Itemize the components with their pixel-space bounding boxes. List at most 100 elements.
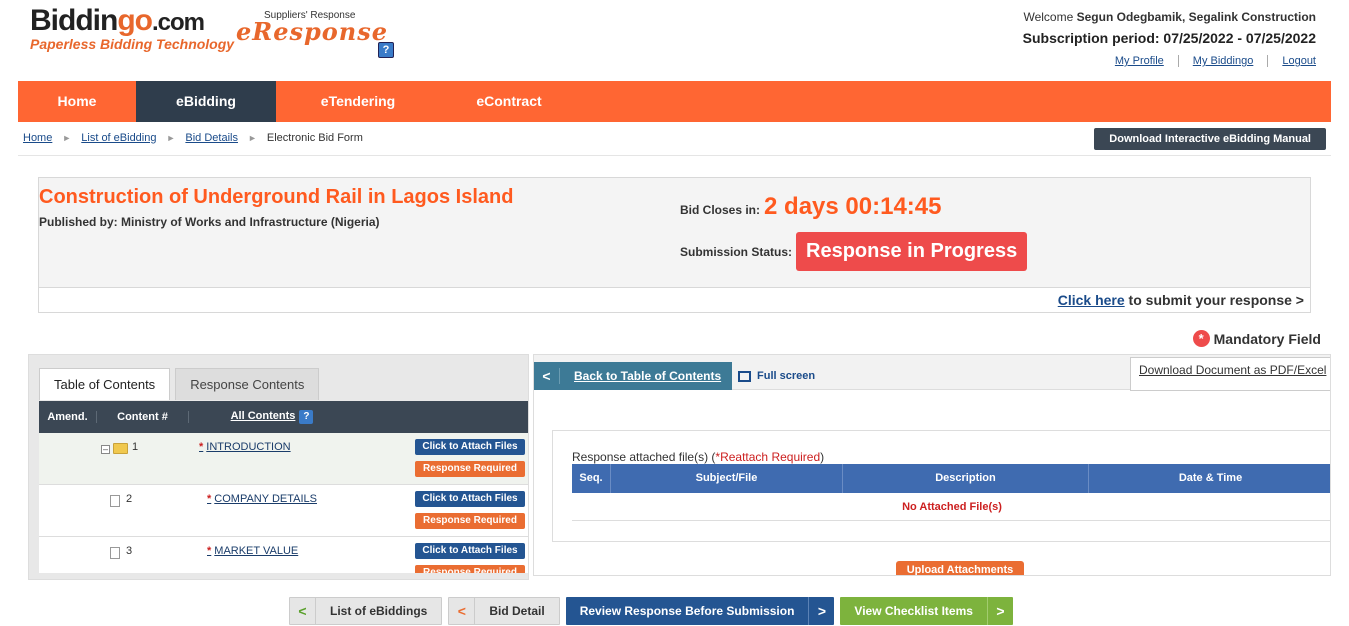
all-contents-link[interactable]: All Contents? bbox=[189, 410, 355, 424]
bid-closes-timer: 2 days 00:14:45 bbox=[764, 193, 942, 220]
collapse-icon[interactable]: – bbox=[101, 445, 110, 454]
welcome-text: Welcome Segun Odegbamik, Segalink Constr… bbox=[1023, 10, 1316, 24]
document-icon bbox=[110, 495, 120, 507]
list-of-ebiddings-button[interactable]: < List of eBiddings bbox=[289, 597, 443, 625]
required-star-icon: * bbox=[199, 441, 204, 453]
breadcrumb-separator-icon: ► bbox=[62, 133, 72, 143]
logo-wordmark: Biddingo.com bbox=[30, 4, 205, 37]
back-to-toc-button[interactable]: < Back to Table of Contents bbox=[534, 362, 732, 390]
mandatory-label: Mandatory Field bbox=[1213, 330, 1321, 347]
attached-files-title: Response attached file(s) (*Reattach Req… bbox=[572, 450, 825, 464]
subscription-period: Subscription period: 07/25/2022 - 07/25/… bbox=[1022, 30, 1316, 46]
toc-tabs: Table of Contents Response Contents bbox=[39, 368, 324, 400]
user-links: My Profile My Biddingo Logout bbox=[1101, 55, 1316, 67]
bottom-action-bar: < List of eBiddings < Bid Detail Review … bbox=[289, 597, 1019, 625]
toc-row-number: 2 bbox=[126, 493, 133, 505]
response-required-button[interactable]: Response Required bbox=[415, 513, 525, 529]
column-amend: Amend. bbox=[39, 411, 97, 423]
breadcrumb-separator-icon: ► bbox=[166, 133, 176, 143]
project-summary: Construction of Underground Rail in Lago… bbox=[38, 177, 1311, 288]
folder-icon bbox=[113, 443, 128, 454]
column-content-num: Content # bbox=[97, 411, 189, 423]
my-biddingo-link[interactable]: My Biddingo bbox=[1177, 55, 1268, 67]
eresponse-logo: Suppliers' Response eResponse bbox=[236, 10, 389, 46]
review-response-button[interactable]: Review Response Before Submission > bbox=[565, 597, 835, 625]
help-icon[interactable]: ? bbox=[299, 410, 314, 424]
nav-etendering[interactable]: eTendering bbox=[276, 81, 440, 122]
breadcrumb-separator-icon: ► bbox=[247, 133, 257, 143]
breadcrumb: Home ► List of eBidding ► Bid Details ► … bbox=[23, 132, 363, 144]
bid-closes: Bid Closes in: 2 days 00:14:45 bbox=[680, 193, 941, 221]
response-required-button[interactable]: Response Required bbox=[415, 461, 525, 477]
attach-files-button[interactable]: Click to Attach Files bbox=[415, 439, 525, 455]
toc-row: – 1 * INTRODUCTION Click to Attach Files … bbox=[39, 433, 528, 485]
chevron-right-icon: > bbox=[808, 597, 834, 625]
divider bbox=[18, 155, 1331, 156]
chevron-right-icon: > bbox=[986, 597, 1013, 625]
submit-response-text: to submit your response > bbox=[1124, 292, 1304, 308]
column-subject-file: Subject/File bbox=[611, 464, 843, 493]
toc-row-number: 1 bbox=[132, 441, 139, 453]
toc-row: 2 * COMPANY DETAILS Click to Attach Files… bbox=[39, 485, 528, 537]
logout-link[interactable]: Logout bbox=[1267, 55, 1316, 67]
detail-toolbar: < Back to Table of Contents Full screen … bbox=[534, 355, 1330, 391]
reattach-required-note: *Reattach Required bbox=[715, 450, 821, 464]
attach-files-button[interactable]: Click to Attach Files bbox=[415, 491, 525, 507]
required-star-icon: * bbox=[207, 493, 212, 505]
main-nav: Home eBidding eTendering eContract bbox=[18, 81, 1331, 122]
tab-response-contents[interactable]: Response Contents bbox=[175, 368, 320, 400]
status-badge: Response in Progress bbox=[796, 232, 1028, 271]
project-title: Construction of Underground Rail in Lago… bbox=[39, 186, 514, 208]
submit-response-row: Click here to submit your response > bbox=[38, 288, 1311, 313]
logo-tagline: Paperless Bidding Technology bbox=[30, 36, 235, 52]
submission-status-label: Submission Status: bbox=[680, 244, 793, 259]
toc-list: – 1 * INTRODUCTION Click to Attach Files … bbox=[39, 433, 528, 573]
required-star-icon: * bbox=[207, 545, 212, 557]
submission-status: Submission Status: Response in Progress bbox=[680, 232, 1028, 271]
nav-ebidding[interactable]: eBidding bbox=[136, 81, 276, 122]
toc-row-title[interactable]: * INTRODUCTION bbox=[199, 441, 291, 453]
column-seq: Seq. bbox=[572, 464, 611, 493]
mandatory-field-legend: * Mandatory Field bbox=[1192, 330, 1321, 347]
chevron-left-icon: < bbox=[534, 368, 560, 384]
column-date-time: Date & Time bbox=[1178, 472, 1243, 484]
no-attached-files-message: No Attached File(s) bbox=[572, 495, 1330, 521]
welcome-block: Welcome Segun Odegbamik, Segalink Constr… bbox=[1023, 10, 1316, 46]
project-publisher: Published by: Ministry of Works and Infr… bbox=[39, 215, 380, 229]
download-pdf-excel-link[interactable]: Download Document as PDF/Excel bbox=[1130, 357, 1330, 391]
fullscreen-icon bbox=[738, 370, 751, 382]
breadcrumb-bid-details[interactable]: Bid Details bbox=[185, 132, 238, 144]
breadcrumb-home[interactable]: Home bbox=[23, 132, 52, 144]
download-manual-button[interactable]: Download Interactive eBidding Manual bbox=[1094, 128, 1326, 150]
submit-response-link[interactable]: Click here bbox=[1058, 292, 1125, 308]
response-required-button[interactable]: Response Required bbox=[415, 565, 525, 573]
help-icon[interactable]: ? bbox=[378, 42, 394, 58]
nav-econtract[interactable]: eContract bbox=[440, 81, 578, 122]
chevron-left-icon: < bbox=[290, 597, 316, 625]
eresponse-wordmark: eResponse bbox=[236, 17, 389, 46]
toc-row-title[interactable]: * COMPANY DETAILS bbox=[207, 493, 317, 505]
bid-closes-label: Bid Closes in: bbox=[680, 203, 761, 217]
tab-table-of-contents[interactable]: Table of Contents bbox=[39, 368, 171, 400]
biddingo-logo[interactable]: Biddingo.com Paperless Bidding Technolog… bbox=[30, 4, 234, 52]
my-profile-link[interactable]: My Profile bbox=[1101, 55, 1178, 67]
column-description: Description bbox=[843, 464, 1089, 493]
toc-header: Amend. Content # All Contents? bbox=[39, 401, 528, 433]
bid-detail-button[interactable]: < Bid Detail bbox=[448, 597, 560, 625]
full-screen-button[interactable]: Full screen bbox=[738, 370, 815, 382]
upload-attachments-button[interactable]: Upload Attachments bbox=[896, 561, 1024, 575]
breadcrumb-list-ebidding[interactable]: List of eBidding bbox=[81, 132, 156, 144]
toc-row-number: 3 bbox=[126, 545, 133, 557]
chevron-left-icon: < bbox=[449, 597, 476, 625]
content-detail-panel: < Back to Table of Contents Full screen … bbox=[533, 354, 1331, 576]
table-of-contents-panel: Table of Contents Response Contents Amen… bbox=[28, 354, 529, 580]
toc-row-title[interactable]: * MARKET VALUE bbox=[207, 545, 298, 557]
breadcrumb-current: Electronic Bid Form bbox=[266, 132, 363, 144]
nav-home[interactable]: Home bbox=[18, 81, 136, 122]
view-checklist-button[interactable]: View Checklist Items > bbox=[840, 597, 1013, 625]
document-icon bbox=[110, 547, 120, 559]
attach-files-button[interactable]: Click to Attach Files bbox=[415, 543, 525, 559]
user-name: Segun Odegbamik, Segalink Construction bbox=[1076, 10, 1316, 24]
toc-row: 3 * MARKET VALUE Click to Attach Files Re… bbox=[39, 537, 528, 573]
mandatory-star-icon: * bbox=[1192, 330, 1210, 347]
